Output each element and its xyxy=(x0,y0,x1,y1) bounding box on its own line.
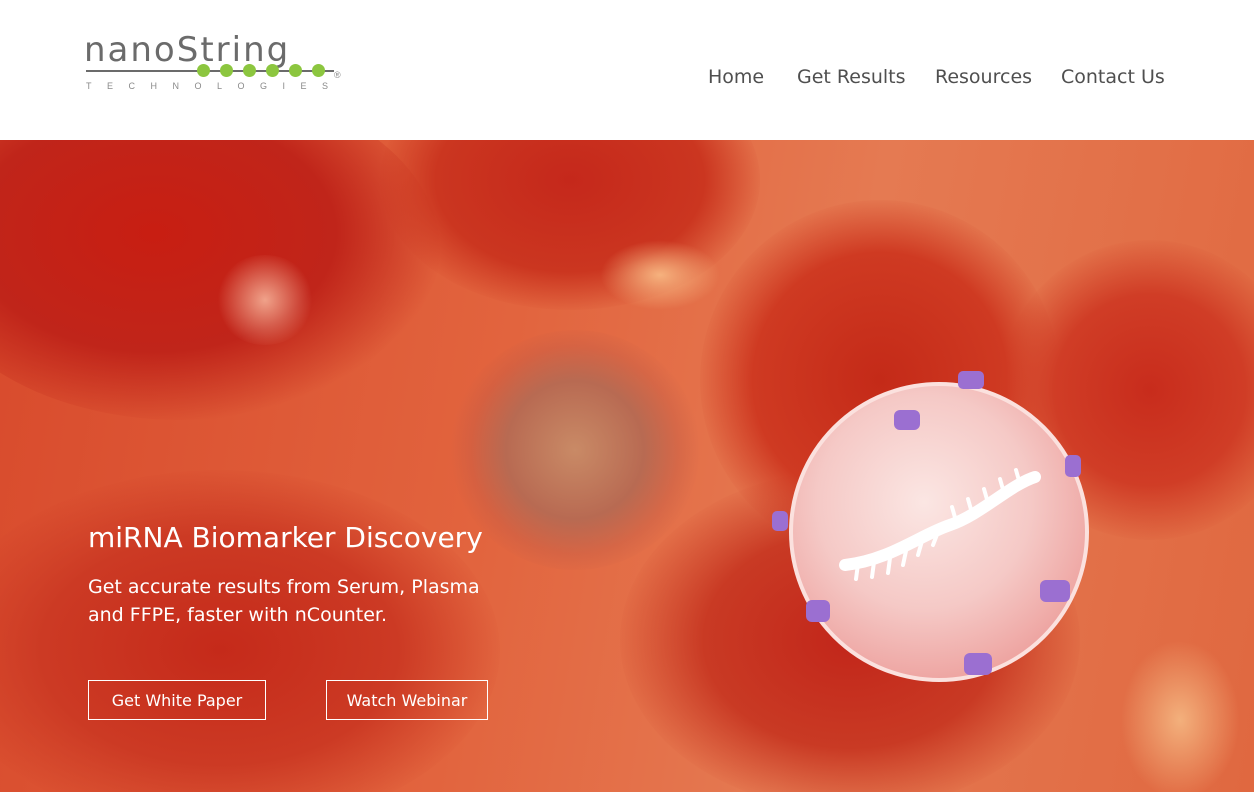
site-header: nanoString TECHNOLOGIES ® Home Get Resul… xyxy=(0,0,1254,140)
nav-get-results[interactable]: Get Results xyxy=(797,64,906,90)
registered-mark: ® xyxy=(334,70,341,80)
hero-subtitle: Get accurate results from Serum, Plasma … xyxy=(88,576,480,626)
logo-dot xyxy=(243,64,256,77)
logo-tagline: TECHNOLOGIES xyxy=(86,81,344,91)
logo-dot xyxy=(266,64,279,77)
highlight-shape xyxy=(1120,640,1240,792)
blood-cell-shape xyxy=(0,470,500,792)
get-white-paper-button[interactable]: Get White Paper xyxy=(88,680,266,720)
nanostring-logo[interactable]: nanoString TECHNOLOGIES ® xyxy=(84,30,344,96)
exosome-illustration xyxy=(772,371,1089,682)
hero-banner: miRNA Biomarker Discovery Get accurate r… xyxy=(0,140,1254,792)
logo-dot xyxy=(197,64,210,77)
nav-contact-us[interactable]: Contact Us xyxy=(1061,64,1165,90)
watch-webinar-button[interactable]: Watch Webinar xyxy=(326,680,488,720)
highlight-shape xyxy=(600,240,720,310)
logo-dot xyxy=(289,64,302,77)
hero-title: miRNA Biomarker Discovery xyxy=(88,521,483,554)
highlight-shape xyxy=(215,255,315,345)
nav-home[interactable]: Home xyxy=(708,64,764,90)
virus-shape xyxy=(450,330,700,570)
logo-dot xyxy=(220,64,233,77)
logo-wordmark: nanoString xyxy=(84,30,291,70)
nav-resources[interactable]: Resources xyxy=(935,64,1032,90)
logo-dot xyxy=(312,64,325,77)
